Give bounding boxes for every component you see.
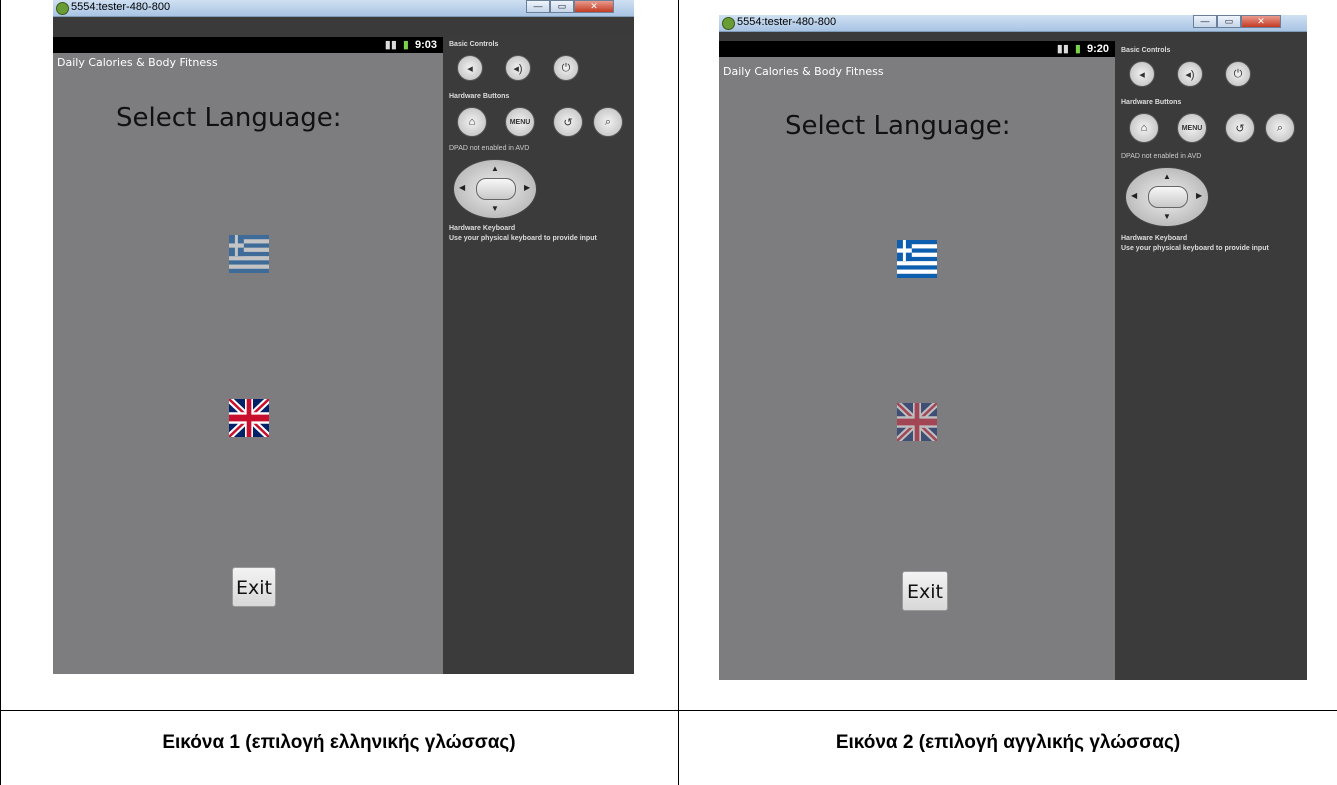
dpad-center-button[interactable]: [1148, 186, 1188, 208]
search-icon[interactable]: ⌕: [593, 107, 623, 137]
exit-button[interactable]: Exit: [232, 567, 276, 607]
emulator-controls-panel: Basic Controls ◂ ◂) ⏻ Hardware Buttons ⌂…: [443, 37, 634, 674]
uk-flag-button[interactable]: [229, 399, 269, 437]
battery-icon: ▮: [402, 39, 409, 51]
window-title: 5554:tester-480-800: [737, 16, 837, 28]
dpad-control[interactable]: ▲ ▼ ◀ ▶: [1125, 167, 1209, 227]
keyboard-note: Use your physical keyboard to provide in…: [1121, 245, 1269, 252]
status-bar: ▮▮ ▮ 9:03: [53, 37, 443, 53]
table-divider-horizontal: [0, 710, 1337, 711]
volume-down-icon[interactable]: ◂: [1129, 61, 1155, 87]
close-button[interactable]: ✕: [1241, 15, 1281, 28]
status-bar: ▮▮ ▮ 9:20: [719, 41, 1115, 57]
dpad-down-icon[interactable]: ▼: [491, 204, 499, 213]
emulator-controls-panel: Basic Controls ◂ ◂) ⏻ Hardware Buttons ⌂…: [1115, 41, 1307, 680]
window-title: 5554:tester-480-800: [71, 1, 171, 13]
uk-flag-button[interactable]: [897, 403, 937, 441]
volume-up-icon[interactable]: ◂): [1177, 61, 1203, 87]
emulator-window-2: 5554:tester-480-800 — ▭ ✕ ▮▮ ▮ 9:20 Dail…: [719, 15, 1307, 680]
close-button[interactable]: ✕: [574, 0, 614, 13]
home-icon[interactable]: ⌂: [457, 107, 487, 137]
maximize-button[interactable]: ▭: [550, 0, 574, 13]
window-titlebar: 5554:tester-480-800 — ▭ ✕: [53, 0, 634, 17]
exit-button[interactable]: Exit: [902, 571, 948, 611]
volume-up-icon[interactable]: ◂): [505, 55, 531, 81]
phone-screen: ▮▮ ▮ 9:20 Daily Calories & Body Fitness …: [719, 41, 1115, 680]
back-icon[interactable]: ↺: [553, 107, 583, 137]
greek-flag-button[interactable]: [897, 240, 937, 278]
maximize-button[interactable]: ▭: [1217, 15, 1241, 28]
phone-screen: ▮▮ ▮ 9:03 Daily Calories & Body Fitness …: [53, 37, 443, 674]
caption-2: Εικόνα 2 (επιλογή αγγλικής γλώσσας): [835, 732, 1181, 753]
app-title: Daily Calories & Body Fitness: [723, 65, 884, 78]
emulator-window-1: 5554:tester-480-800 — ▭ ✕ ▮▮ ▮ 9:03 Dail…: [53, 0, 634, 674]
power-icon[interactable]: ⏻: [1225, 61, 1251, 87]
window-titlebar: 5554:tester-480-800 — ▭ ✕: [719, 15, 1307, 32]
signal-icon: ▮▮: [384, 39, 397, 51]
home-icon[interactable]: ⌂: [1129, 113, 1159, 143]
battery-icon: ▮: [1074, 43, 1081, 55]
power-icon[interactable]: ⏻: [553, 55, 579, 81]
android-icon: [56, 2, 69, 15]
dpad-right-icon[interactable]: ▶: [1196, 191, 1202, 200]
dpad-left-icon[interactable]: ◀: [459, 183, 465, 192]
select-language-heading: Select Language:: [785, 111, 1011, 141]
dpad-control[interactable]: ▲ ▼ ◀ ▶: [453, 159, 537, 219]
greek-flag-button[interactable]: [229, 235, 269, 273]
dpad-down-icon[interactable]: ▼: [1163, 212, 1171, 221]
basic-controls-label: Basic Controls: [449, 41, 499, 48]
minimize-button[interactable]: —: [526, 0, 550, 13]
back-icon[interactable]: ↺: [1225, 113, 1255, 143]
minimize-button[interactable]: —: [1193, 15, 1217, 28]
dpad-up-icon[interactable]: ▲: [1163, 172, 1171, 181]
app-title: Daily Calories & Body Fitness: [57, 56, 218, 69]
volume-down-icon[interactable]: ◂: [457, 55, 483, 81]
hardware-buttons-label: Hardware Buttons: [1121, 99, 1182, 106]
clock: 9:20: [1086, 42, 1109, 55]
dpad-left-icon[interactable]: ◀: [1131, 191, 1137, 200]
clock: 9:03: [414, 38, 437, 51]
basic-controls-label: Basic Controls: [1121, 47, 1171, 54]
dpad-note: DPAD not enabled in AVD: [1121, 153, 1202, 160]
caption-1: Εικόνα 1 (επιλογή ελληνικής γλώσσας): [162, 732, 516, 753]
menu-button[interactable]: MENU: [1177, 113, 1207, 143]
dpad-note: DPAD not enabled in AVD: [449, 145, 530, 152]
keyboard-title: Hardware Keyboard: [1121, 235, 1188, 242]
select-language-heading: Select Language:: [116, 103, 342, 133]
menu-button[interactable]: MENU: [505, 107, 535, 137]
dpad-right-icon[interactable]: ▶: [524, 183, 530, 192]
hardware-buttons-label: Hardware Buttons: [449, 93, 510, 100]
table-border-left: [0, 0, 1, 785]
keyboard-note: Use your physical keyboard to provide in…: [449, 235, 597, 242]
table-divider-vertical: [678, 0, 679, 785]
dpad-up-icon[interactable]: ▲: [491, 164, 499, 173]
signal-icon: ▮▮: [1056, 43, 1069, 55]
search-icon[interactable]: ⌕: [1265, 113, 1295, 143]
keyboard-title: Hardware Keyboard: [449, 225, 516, 232]
android-icon: [722, 17, 735, 30]
dpad-center-button[interactable]: [476, 178, 516, 200]
